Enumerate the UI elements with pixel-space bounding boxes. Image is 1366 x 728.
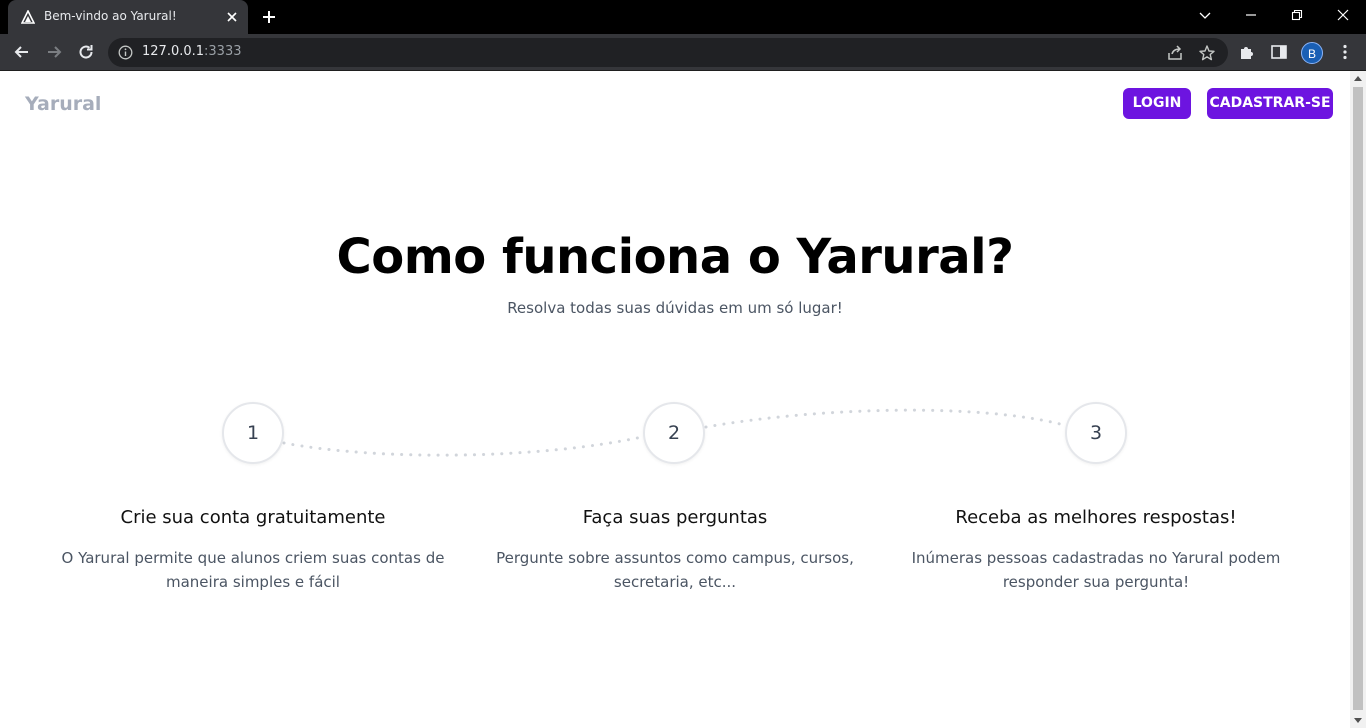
tab-close-icon[interactable] [224,9,240,25]
minimize-icon [1246,14,1256,16]
tab-title: Bem-vindo ao Yarural! [44,9,177,23]
step-3-number: 3 [1065,402,1127,464]
login-button[interactable]: LOGIN [1123,88,1191,119]
url-host: 127.0.0.1 [142,44,205,59]
step-3-desc-line: responder sua pergunta! [1002,573,1190,591]
address-bar[interactable]: 127.0.0.1:3333 [108,38,1228,67]
new-tab-icon[interactable] [260,8,278,26]
step-3-title: Receba as melhores respostas! [955,507,1237,528]
tab-search-button[interactable] [1182,0,1228,30]
page-viewport: Yarural LOGIN CADASTRAR-SE Como funciona… [0,71,1350,728]
browser-toolbar: 127.0.0.1:3333 B [0,34,1366,71]
step-2-desc-line: Pergunte sobre assuntos como campus, cur… [496,549,854,567]
restore-button[interactable] [1274,0,1320,30]
page-subtitle: Resolva todas suas dúvidas em um só luga… [507,299,843,317]
close-icon [1337,9,1349,21]
step-3-description: Inúmeras pessoas cadastradas no Yarural … [896,546,1296,594]
bookmark-star-icon[interactable] [1198,44,1216,62]
forward-arrow-icon[interactable] [44,42,64,62]
site-favicon-icon [21,10,35,24]
step-1-desc-line: maneira simples e fácil [166,573,340,591]
step-3-card: Receba as melhores respostas! Inúmeras p… [896,507,1296,594]
brand-logo[interactable]: Yarural [25,93,101,115]
site-info-icon[interactable] [118,45,133,60]
step-2-number: 2 [643,402,705,464]
extensions-puzzle-icon[interactable] [1238,43,1256,61]
close-window-button[interactable] [1320,0,1366,30]
step-1-desc-line: O Yarural permite que alunos criem suas … [61,549,445,567]
scroll-up-arrow-icon[interactable] [1354,76,1362,81]
step-3-desc-line: Inúmeras pessoas cadastradas no Yarural … [911,549,1281,567]
chevron-down-icon [1199,12,1211,19]
minimize-button[interactable] [1228,0,1274,30]
step-2-desc-line: secretaria, etc... [613,573,737,591]
browser-tab[interactable]: Bem-vindo ao Yarural! [8,0,248,34]
profile-avatar[interactable]: B [1301,42,1323,64]
scrollbar-thumb[interactable] [1353,87,1363,710]
step-1-description: O Yarural permite que alunos criem suas … [53,546,453,594]
page-scrollbar[interactable] [1350,71,1366,728]
step-2-title: Faça suas perguntas [582,507,768,528]
side-panel-icon[interactable] [1270,43,1288,61]
step-1-card: Crie sua conta gratuitamente O Yarural p… [53,507,453,594]
reload-icon[interactable] [76,42,96,62]
step-2-card: Faça suas perguntas Pergunte sobre assun… [475,507,875,594]
back-arrow-icon[interactable] [12,42,32,62]
url-text: 127.0.0.1:3333 [142,44,242,59]
step-1-number: 1 [222,402,284,464]
signup-button[interactable]: CADASTRAR-SE [1207,88,1333,119]
kebab-menu-icon[interactable] [1336,43,1354,61]
scroll-down-arrow-icon[interactable] [1354,718,1362,723]
browser-tab-strip: Bem-vindo ao Yarural! [0,0,1366,34]
step-1-title: Crie sua conta gratuitamente [120,507,386,528]
url-port: :3333 [204,44,242,59]
restore-icon [1291,9,1303,21]
share-icon[interactable] [1166,44,1184,62]
step-2-description: Pergunte sobre assuntos como campus, cur… [475,546,875,594]
page-title: Como funciona o Yarural? [336,229,1014,285]
